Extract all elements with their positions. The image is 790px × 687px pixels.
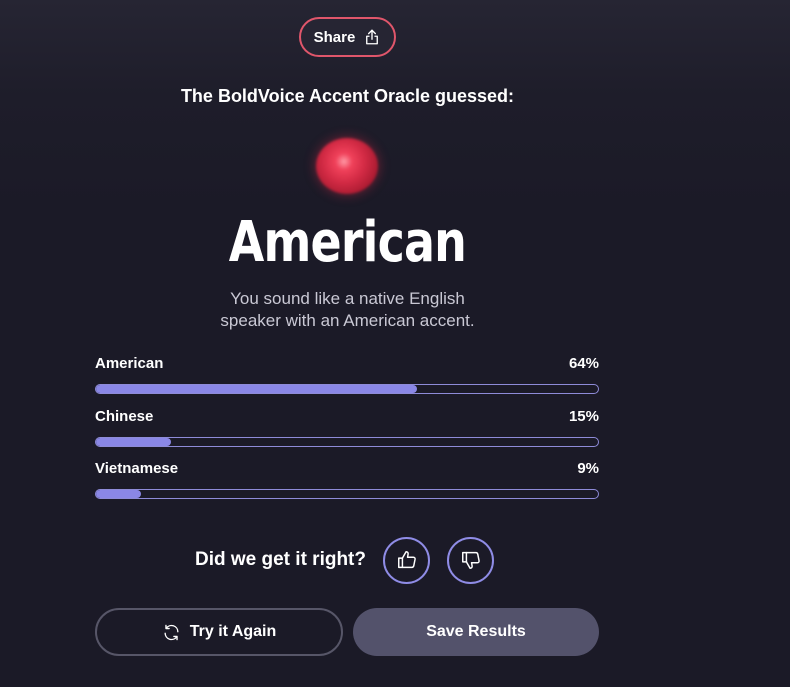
- share-button[interactable]: Share: [299, 17, 396, 57]
- feedback-question: Did we get it right?: [195, 549, 366, 570]
- save-results-label: Save Results: [426, 623, 526, 640]
- try-again-label: Try it Again: [189, 623, 277, 640]
- breakdown-percent: 15%: [568, 407, 599, 425]
- breakdown-row-american: American 64%: [95, 355, 599, 408]
- breakdown-label: American: [95, 355, 164, 372]
- progress-track: [95, 436, 599, 447]
- progress-track: [95, 384, 599, 394]
- accent-result-page: Share The BoldVoice Accent Oracle guesse…: [0, 0, 790, 687]
- breakdown-label: Chinese: [95, 407, 154, 425]
- share-icon: [366, 29, 379, 45]
- breakdown-row-chinese: Chinese 15%: [95, 408, 599, 461]
- accent-breakdown: American 64% Chinese 15% Vietnamese 9%: [95, 355, 599, 513]
- description-line-2: speaker with an American accent.: [220, 311, 475, 330]
- progress-fill: [96, 490, 142, 498]
- thumbs-down-button[interactable]: [447, 536, 494, 584]
- feedback-row: Did we get it right?: [195, 536, 511, 584]
- thumbs-down-icon: [461, 551, 480, 569]
- progress-fill: [96, 385, 418, 393]
- breakdown-percent: 64%: [568, 355, 599, 372]
- result-heading: The BoldVoice Accent Oracle guessed:: [180, 86, 515, 106]
- try-again-button[interactable]: Try it Again: [95, 608, 343, 656]
- breakdown-percent: 9%: [577, 460, 599, 477]
- progress-track: [95, 489, 599, 499]
- share-label: Share: [313, 28, 356, 46]
- breakdown-row-vietnamese: Vietnamese 9%: [95, 460, 599, 513]
- result-description: You sound like a native English speaker …: [0, 288, 695, 332]
- save-results-button[interactable]: Save Results: [353, 608, 599, 656]
- oracle-orb-image: [316, 138, 378, 194]
- guessed-accent: American: [228, 210, 467, 275]
- thumbs-up-button[interactable]: [383, 536, 430, 584]
- thumbs-up-icon: [397, 551, 416, 569]
- refresh-icon: [164, 624, 179, 640]
- description-line-1: You sound like a native English: [230, 289, 465, 308]
- progress-fill: [96, 437, 172, 446]
- breakdown-label: Vietnamese: [95, 460, 179, 477]
